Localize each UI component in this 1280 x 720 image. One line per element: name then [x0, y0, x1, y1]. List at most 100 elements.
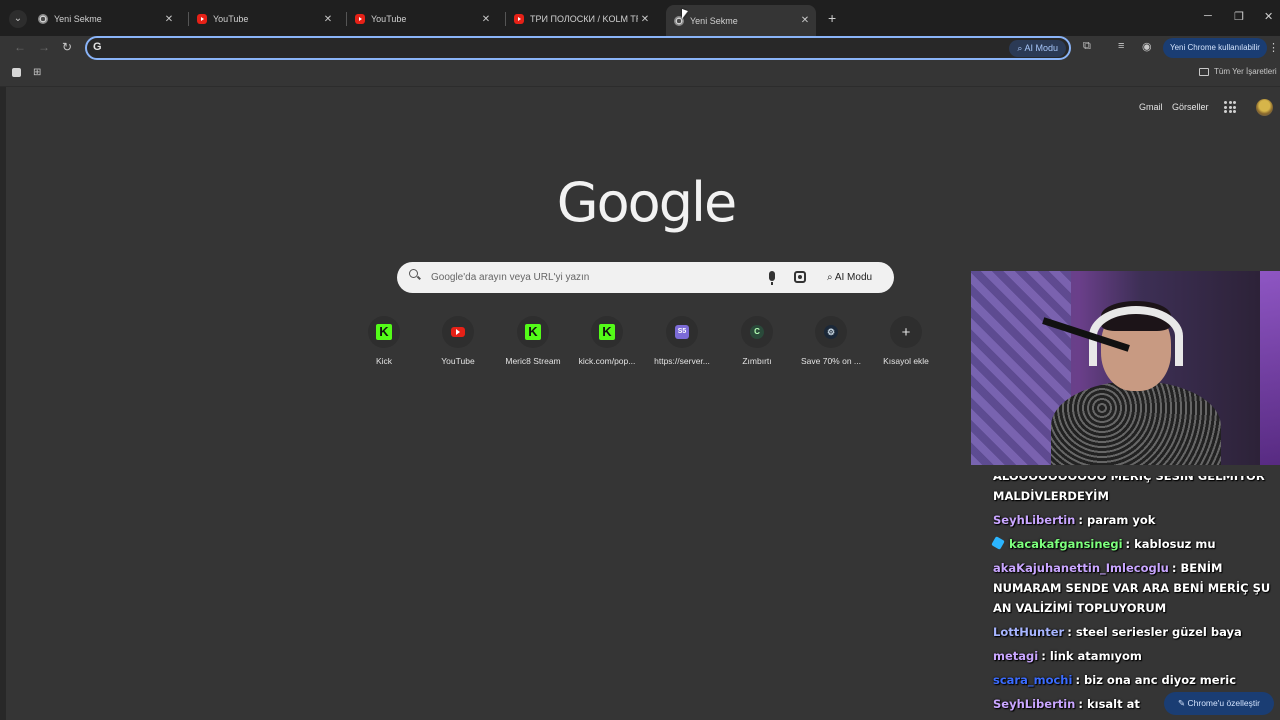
- webcam-overlay: [971, 271, 1280, 465]
- shortcut-label: YouTube: [441, 356, 475, 366]
- menu-icon[interactable]: ⋮: [1268, 41, 1279, 54]
- chat-username: SeyhLibertin: [993, 513, 1076, 527]
- shortcut-icon-bg: K: [517, 316, 549, 348]
- webcam-light: [1260, 271, 1280, 465]
- youtube-icon: [514, 14, 524, 24]
- mouse-cursor-icon: [682, 8, 688, 22]
- chat-text: link atamıyom: [1049, 649, 1142, 663]
- customize-label: Chrome'u özelleştir: [1187, 698, 1260, 708]
- divider: [0, 86, 1280, 87]
- shortcut-tile[interactable]: K kick.com/pop...: [570, 316, 644, 366]
- shortcut-icon-bg: +: [890, 316, 922, 348]
- apps-grid-icon[interactable]: ⊞: [33, 67, 41, 78]
- close-icon[interactable]: ✕: [638, 14, 652, 25]
- media-icon[interactable]: ≡: [1118, 40, 1124, 52]
- shortcut-tile[interactable]: C Zımbırtı: [720, 316, 794, 366]
- chat-message: SeyhLibertin: param yok: [993, 513, 1156, 527]
- tab[interactable]: Yeni Sekme ✕: [30, 7, 180, 31]
- address-input[interactable]: [109, 40, 989, 56]
- search-input[interactable]: [431, 269, 751, 286]
- chat-message: kacakafgansinegi: kablosuz mu: [987, 532, 1277, 556]
- search-box[interactable]: ⌕ AI Modu: [397, 262, 894, 293]
- shortcut-tile[interactable]: YouTube: [421, 316, 495, 366]
- s5-icon: S5: [675, 325, 689, 339]
- steam-icon: ⚙: [824, 325, 838, 339]
- avatar[interactable]: [1256, 99, 1273, 116]
- new-tab-button[interactable]: +: [828, 10, 836, 26]
- reload-icon[interactable]: ↻: [62, 40, 72, 54]
- close-window-icon[interactable]: ✕: [1264, 10, 1273, 23]
- kick-icon: K: [376, 324, 392, 340]
- tab-search-icon[interactable]: ⌄: [9, 10, 27, 28]
- tab[interactable]: ТРИ ПОЛОСКИ / KOLM TRIIPU ✕: [506, 7, 656, 31]
- google-g-icon: G: [93, 41, 102, 53]
- chat-username: SeyhLibertin: [993, 697, 1076, 711]
- tab-strip: ⌄ Yeni Sekme ✕ YouTube ✕ YouTube ✕ ТРИ П…: [0, 0, 1280, 36]
- close-icon[interactable]: ✕: [162, 14, 176, 25]
- profile-icon[interactable]: ◉: [1142, 40, 1152, 53]
- youtube-icon: [355, 14, 365, 24]
- google-lens-icon[interactable]: [794, 271, 806, 283]
- chat-message: akaKajuhanettin_Imlecoglu: BENİM NUMARAM…: [993, 561, 1271, 615]
- youtube-icon: [197, 14, 207, 24]
- shortcut-tile[interactable]: K Meric8 Stream: [496, 316, 570, 366]
- microphone-icon[interactable]: [769, 271, 775, 285]
- close-icon[interactable]: ✕: [798, 15, 812, 26]
- google-apps-icon[interactable]: [1224, 101, 1236, 113]
- chat-text: biz ona anc diyoz meric: [1084, 673, 1237, 687]
- update-button[interactable]: Yeni Chrome kullanılabilir: [1163, 38, 1267, 58]
- tab-title: YouTube: [213, 14, 249, 24]
- google-logo: Google: [556, 171, 737, 234]
- add-shortcut-tile[interactable]: + Kısayol ekle: [869, 316, 943, 366]
- chat-username: LottHunter: [993, 625, 1065, 639]
- chat-text: kablosuz mu: [1134, 537, 1216, 551]
- shortcut-label: https://server...: [654, 356, 710, 366]
- minimize-icon[interactable]: ─: [1204, 10, 1212, 22]
- restore-icon[interactable]: ❐: [1234, 10, 1244, 23]
- chat-username: scara_mochi: [993, 673, 1073, 687]
- tab[interactable]: YouTube ✕: [189, 7, 339, 31]
- images-link[interactable]: Görseller: [1172, 102, 1209, 112]
- all-bookmarks-button[interactable]: Tüm Yer İşaretleri: [1199, 67, 1277, 76]
- shortcut-icon-bg: [442, 316, 474, 348]
- shortcut-label: Zımbırtı: [742, 356, 772, 366]
- youtube-icon: [451, 327, 465, 337]
- close-icon[interactable]: ✕: [479, 14, 493, 25]
- chat-username: akaKajuhanettin_Imlecoglu: [993, 561, 1169, 575]
- all-bookmarks-label: Tüm Yer İşaretleri: [1214, 67, 1277, 76]
- shortcut-label: Kick: [375, 356, 393, 366]
- chat-message: metagi: link atamıyom: [993, 649, 1142, 663]
- gmail-link[interactable]: Gmail: [1139, 102, 1163, 112]
- shortcut-tile[interactable]: K Kick: [347, 316, 421, 366]
- chat-text: steel seriesler güzel baya: [1075, 625, 1242, 639]
- customize-chrome-button[interactable]: ✎ Chrome'u özelleştir: [1164, 692, 1274, 715]
- chat-username: kacakafgansinegi: [1009, 537, 1123, 551]
- ai-mode-button[interactable]: ⌕ AI Modu: [1009, 40, 1066, 57]
- ai-mode-label: AI Modu: [834, 272, 873, 283]
- shortcut-label: Save 70% on ...: [800, 356, 861, 366]
- shortcut-label: Kısayol ekle: [883, 356, 929, 366]
- extensions-icon[interactable]: ⧉: [1083, 40, 1091, 53]
- chat-text: kısalt at: [1086, 697, 1140, 711]
- webcam-person-body: [1051, 381, 1221, 465]
- forward-icon[interactable]: →: [38, 40, 50, 54]
- kick-icon: K: [525, 324, 541, 340]
- plus-icon: +: [901, 323, 911, 341]
- search-icon: [409, 269, 418, 278]
- tab-title: Yeni Sekme: [54, 14, 102, 24]
- tab-active[interactable]: Yeni Sekme ✕: [666, 5, 816, 36]
- shortcut-tile[interactable]: S5 https://server...: [645, 316, 719, 366]
- bookmarks-bar: [0, 62, 1280, 84]
- chrome-icon: [38, 14, 48, 24]
- close-icon[interactable]: ✕: [321, 14, 335, 25]
- tab-title: Yeni Sekme: [690, 15, 738, 26]
- shortcut-icon-bg: K: [591, 316, 623, 348]
- chat-message: scara_mochi: biz ona anc diyoz meric: [993, 673, 1237, 687]
- address-bar[interactable]: G ⌕ AI Modu: [85, 36, 1071, 60]
- chat-username: metagi: [993, 649, 1039, 663]
- back-icon[interactable]: ←: [14, 40, 26, 54]
- ai-mode-button[interactable]: ⌕ AI Modu: [820, 267, 879, 288]
- shortcut-tile[interactable]: ⚙ Save 70% on ...: [794, 316, 868, 366]
- tab[interactable]: YouTube ✕: [347, 7, 497, 31]
- bookmark-square-icon[interactable]: [12, 68, 21, 77]
